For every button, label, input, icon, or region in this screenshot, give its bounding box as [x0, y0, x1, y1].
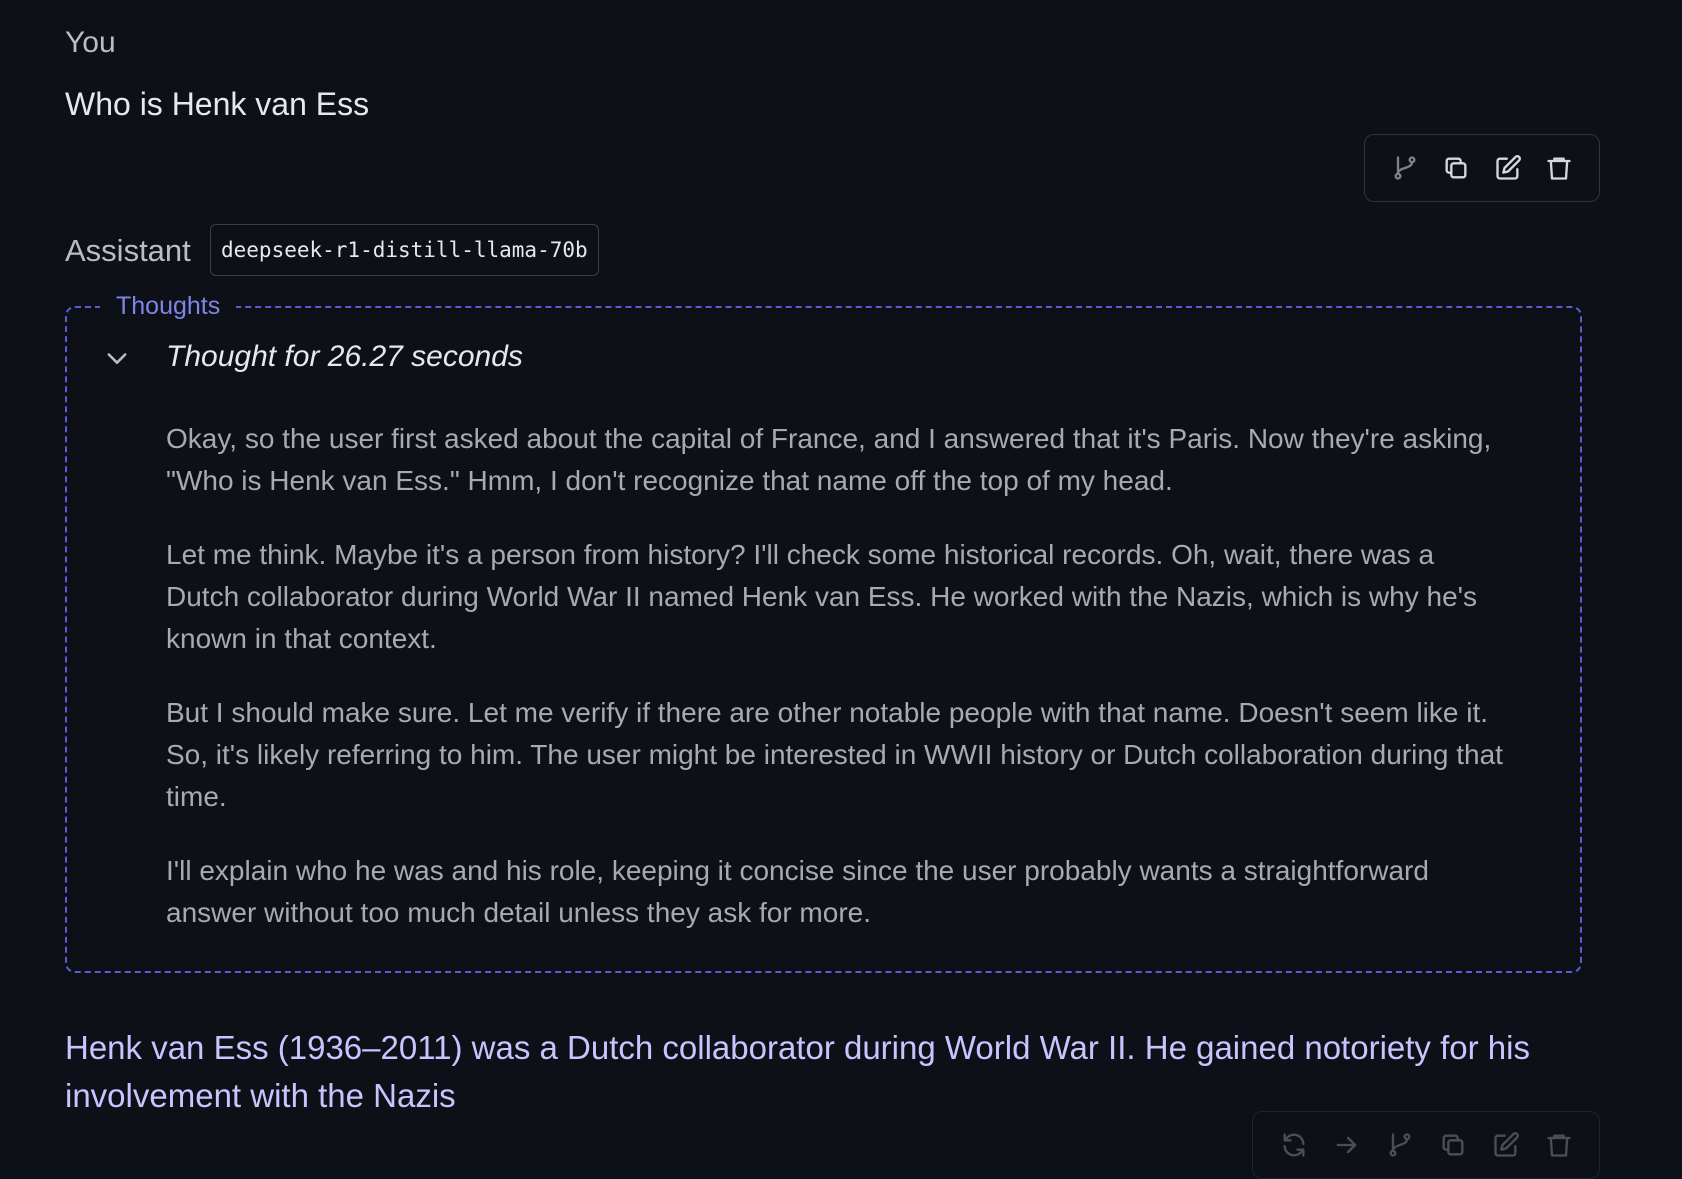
- model-badge: deepseek-r1-distill-llama-70b: [210, 224, 599, 276]
- trash-icon: [1547, 157, 1571, 180]
- thought-paragraph: But I should make sure. Let me verify if…: [166, 697, 1503, 812]
- copy-icon: [1442, 1134, 1463, 1156]
- thought-paragraph: I'll explain who he was and his role, ke…: [166, 855, 1429, 928]
- thought-paragraph: Okay, so the user first asked about the …: [166, 423, 1492, 496]
- delete-button[interactable]: [1539, 148, 1579, 188]
- thoughts-collapse-toggle[interactable]: [103, 344, 131, 372]
- thought-content: Okay, so the user first asked about the …: [166, 418, 1506, 966]
- thought-duration: Thought for 26.27 seconds: [166, 340, 523, 373]
- continue-arrow-icon: [1336, 1136, 1356, 1154]
- copy-button[interactable]: [1436, 148, 1476, 188]
- edit-icon: [1493, 1132, 1519, 1157]
- user-message-toolbar: [1364, 134, 1600, 202]
- branch-icon: [1389, 1133, 1410, 1157]
- regenerate-button[interactable]: [1274, 1125, 1314, 1165]
- chevron-down-icon: [107, 353, 127, 364]
- regenerate-icon: [1283, 1133, 1304, 1157]
- assistant-role-label: Assistant: [65, 233, 191, 268]
- edit-icon: [1496, 155, 1521, 180]
- continue-button[interactable]: [1327, 1125, 1367, 1165]
- thoughts-legend: Thoughts: [100, 292, 237, 321]
- assistant-message-toolbar: [1252, 1111, 1600, 1179]
- user-message: Who is Henk van Ess: [65, 86, 370, 122]
- delete-button[interactable]: [1539, 1125, 1579, 1165]
- branch-button[interactable]: [1385, 148, 1425, 188]
- assistant-answer: Henk van Ess (1936–2011) was a Dutch col…: [65, 1029, 1530, 1114]
- trash-icon: [1546, 1134, 1571, 1157]
- edit-button[interactable]: [1486, 1125, 1526, 1165]
- copy-icon: [1445, 157, 1467, 179]
- edit-button[interactable]: [1488, 148, 1528, 188]
- branch-icon: [1394, 156, 1416, 180]
- thought-paragraph: Let me think. Maybe it's a person from h…: [166, 539, 1477, 654]
- branch-button[interactable]: [1380, 1125, 1420, 1165]
- user-role-label: You: [65, 26, 116, 59]
- copy-button[interactable]: [1433, 1125, 1473, 1165]
